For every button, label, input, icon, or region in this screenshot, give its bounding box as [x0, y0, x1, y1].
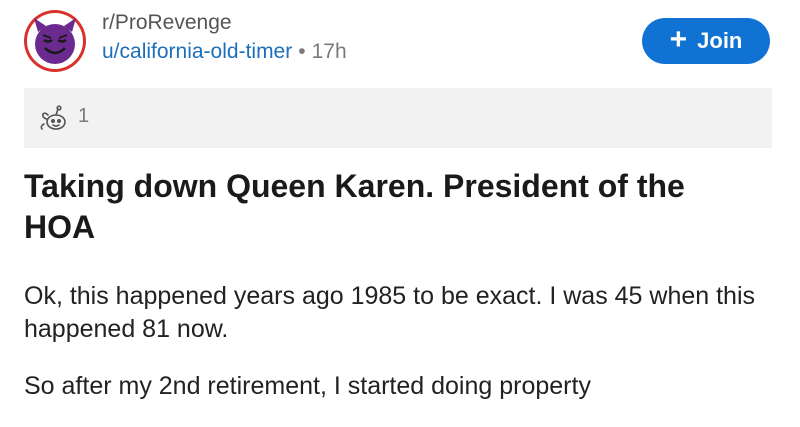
- award-bar[interactable]: 1: [24, 88, 772, 148]
- post-body: Ok, this happened years ago 1985 to be e…: [24, 280, 774, 427]
- post-paragraph: Ok, this happened years ago 1985 to be e…: [24, 282, 756, 343]
- author-line: u/california-old-timer • 17h: [102, 38, 347, 66]
- subreddit-name[interactable]: r/ProRevenge: [102, 10, 347, 36]
- post-meta: r/ProRevenge u/california-old-timer • 17h: [102, 10, 347, 66]
- meta-separator: •: [298, 40, 306, 63]
- join-button[interactable]: + Join: [642, 18, 770, 64]
- author-username[interactable]: u/california-old-timer: [102, 40, 292, 63]
- plus-icon: +: [669, 22, 688, 56]
- join-label: Join: [697, 28, 743, 53]
- post-header: r/ProRevenge u/california-old-timer • 17h …: [24, 6, 776, 78]
- award-icon: [40, 105, 66, 130]
- devil-face-icon: [34, 18, 76, 64]
- post-paragraph: So after my 2nd retirement, I started do…: [24, 372, 591, 400]
- subreddit-avatar[interactable]: [24, 10, 86, 72]
- award-count: 1: [78, 105, 90, 127]
- post-age: 17h: [311, 40, 347, 63]
- post-title[interactable]: Taking down Queen Karen. President of th…: [24, 166, 764, 248]
